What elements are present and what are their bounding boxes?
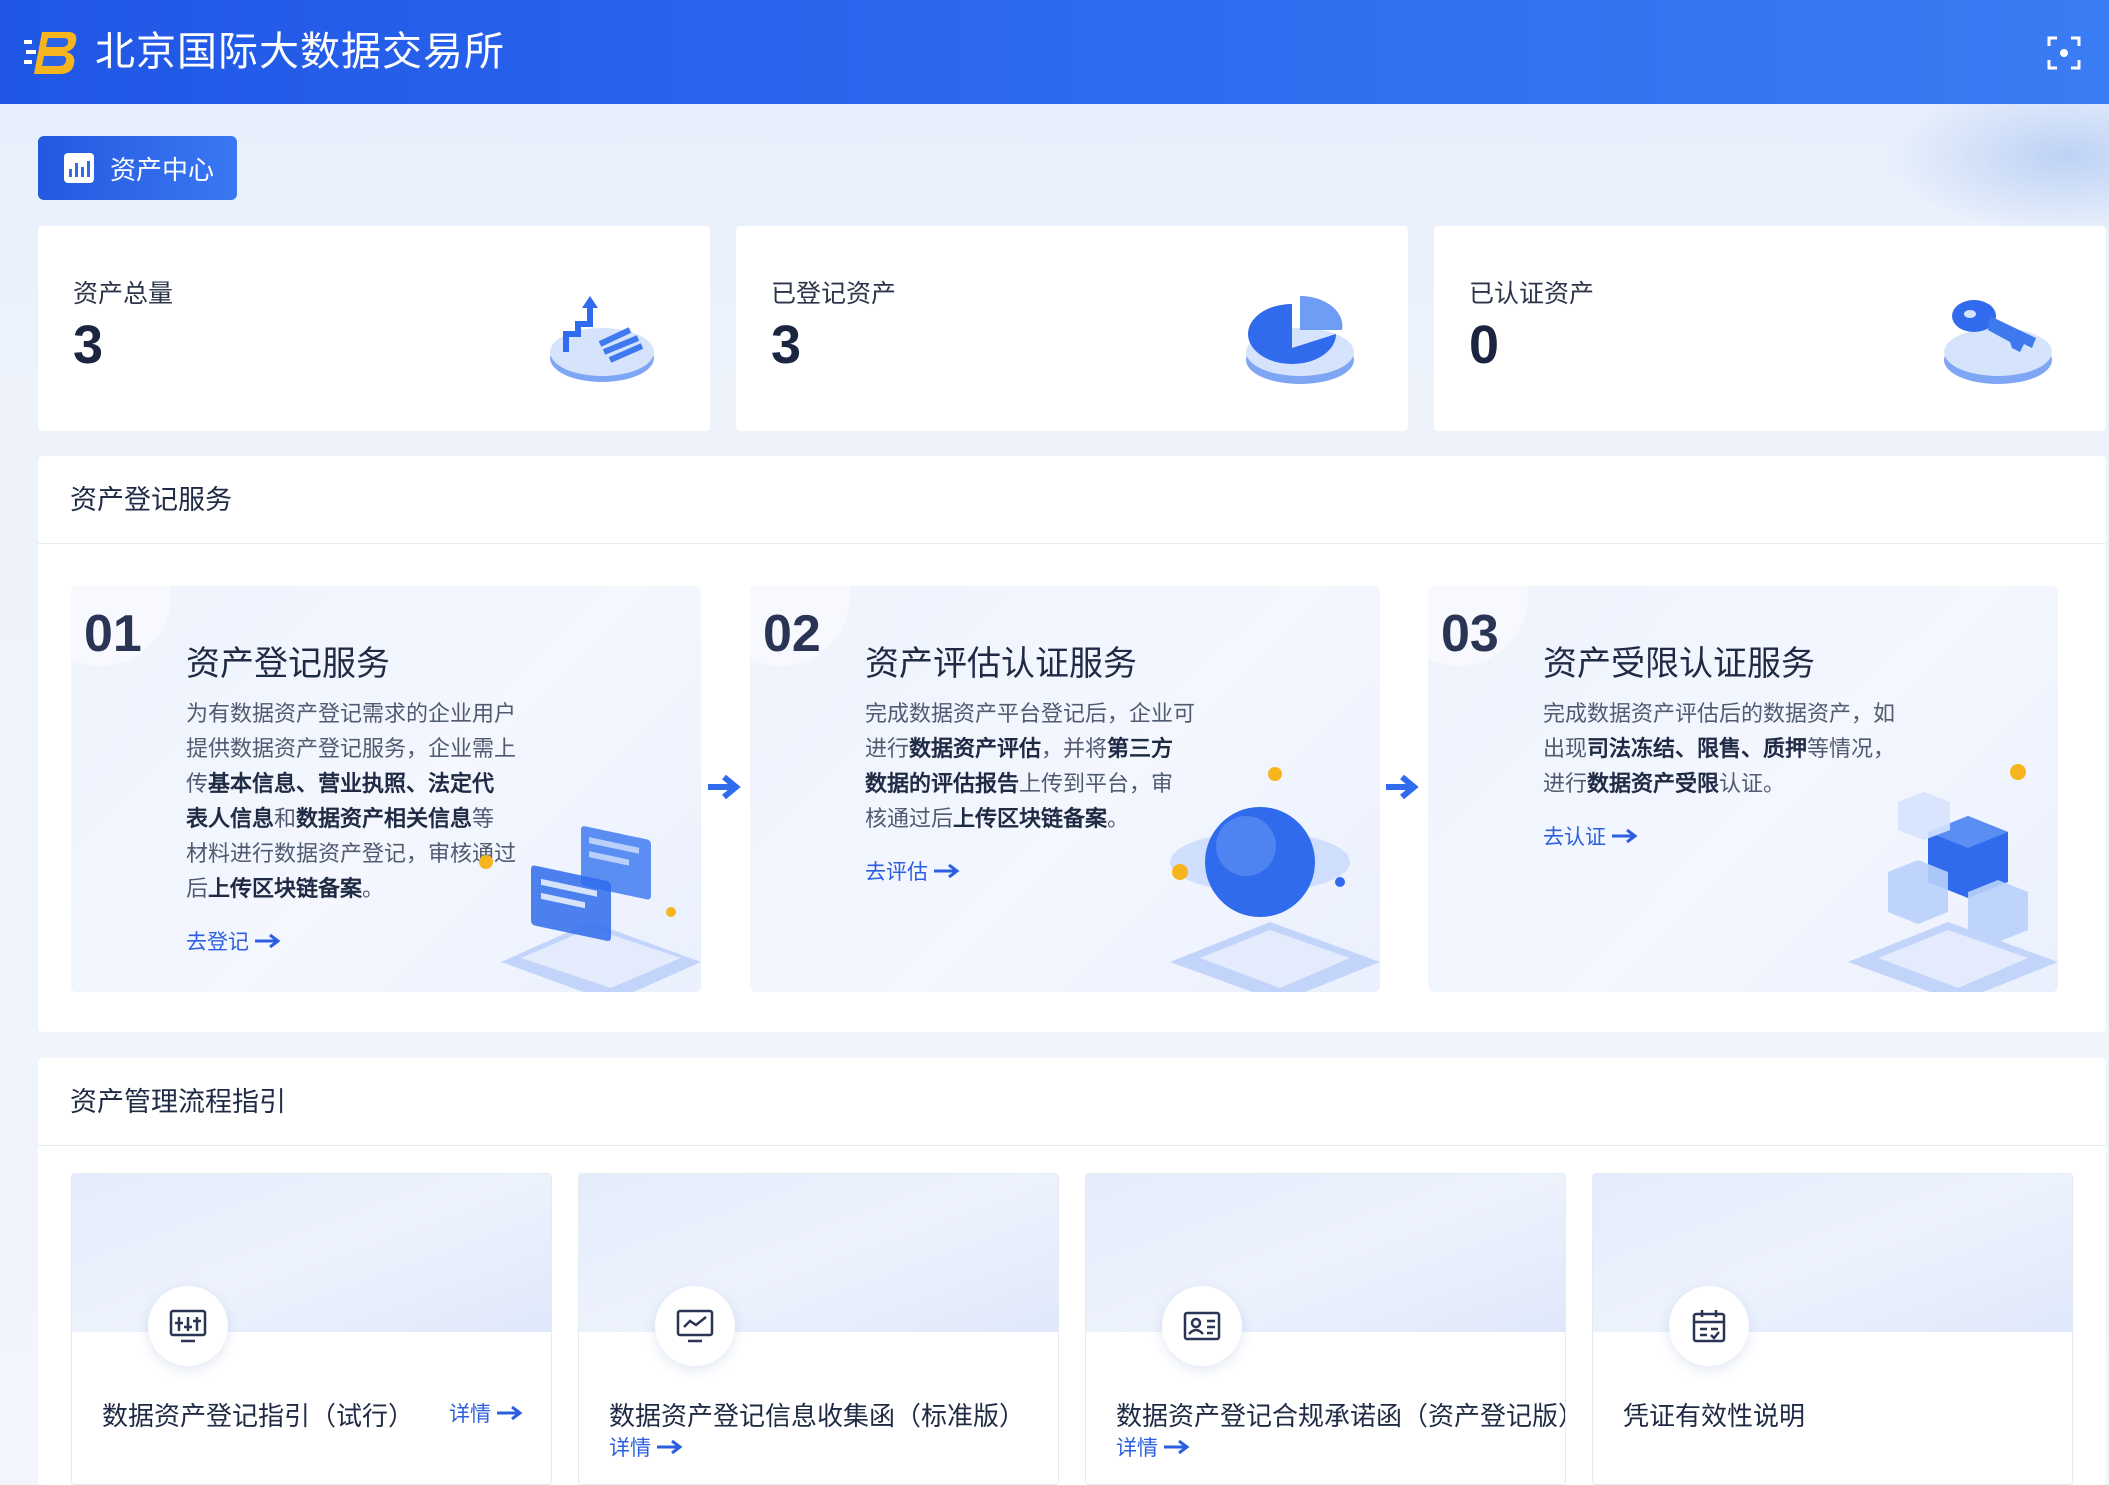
guide-title: 数据资产登记指引（试行） — [102, 1401, 415, 1431]
key-icon — [1944, 300, 2052, 384]
guide-card[interactable]: 数据资产登记指引（试行） 详情 — [71, 1173, 552, 1485]
pie-chart-icon — [1246, 295, 1354, 384]
flow-arrow-icon — [708, 774, 741, 800]
bar-chart-icon — [64, 153, 94, 183]
service-title: 资产评估认证服务 — [865, 645, 1137, 683]
stat-label: 已登记资产 — [771, 280, 897, 308]
stat-value: 3 — [771, 315, 802, 375]
stairs-up-icon — [550, 296, 654, 382]
panel-title: 资产管理流程指引 — [38, 1058, 2106, 1146]
arrow-right-icon — [497, 1406, 523, 1420]
guide-card[interactable]: 凭证有效性说明 — [1592, 1173, 2073, 1485]
guide-banner-illustration — [1593, 1174, 2072, 1332]
description-segment: 数据资产受限 — [1587, 771, 1720, 796]
description-segment: 认证。 — [1719, 771, 1786, 796]
guide-title: 数据资产登记信息收集函（标准版） — [609, 1401, 1026, 1431]
service-card-evaluate: 02 资产评估认证服务 完成数据资产平台登记后，企业可进行数据资产评估，并将第三… — [750, 586, 1380, 992]
description-segment: 。 — [362, 876, 385, 901]
guide-card[interactable]: 数据资产登记合规承诺函（资产登记版） 详情 — [1085, 1173, 1566, 1485]
guide-title: 数据资产登记合规承诺函（资产登记版） — [1116, 1401, 1566, 1431]
guide-banner-illustration — [579, 1174, 1058, 1332]
service-card-restriction: 03 资产受限认证服务 完成数据资产评估后的数据资产，如出现司法冻结、限售、质押… — [1428, 586, 2058, 992]
flow-arrow-icon — [1386, 774, 1419, 800]
service-description: 为有数据资产登记需求的企业用户提供数据资产登记服务，企业需上传基本信息、营业执照… — [186, 696, 516, 906]
description-segment: 上传区块链备案 — [208, 876, 363, 901]
service-number: 03 — [1441, 605, 1499, 663]
top-header: 北京国际大数据交易所 — [0, 0, 2109, 104]
go-certify-link[interactable]: 去认证 — [1543, 821, 1638, 851]
stat-card-registered: 已登记资产 3 — [736, 226, 1408, 431]
bjidex-logo-icon — [24, 32, 77, 74]
stat-value: 0 — [1469, 315, 1500, 375]
calendar-icon — [1669, 1286, 1749, 1366]
arrow-right-icon — [934, 864, 960, 878]
details-link[interactable]: 详情 — [1116, 1432, 1190, 1462]
guide-banner-illustration — [1086, 1174, 1565, 1332]
panel-title: 资产登记服务 — [38, 456, 2106, 544]
stat-card-certified: 已认证资产 0 — [1434, 226, 2106, 431]
arrow-right-icon — [657, 1440, 683, 1454]
stat-card-total: 资产总量 3 — [38, 226, 710, 431]
description-segment: 数据资产相关信息 — [296, 806, 473, 831]
documents-illustration — [479, 826, 701, 992]
site-title: 北京国际大数据交易所 — [95, 30, 505, 74]
description-segment: 和 — [274, 806, 297, 831]
description-segment: ，并将 — [1041, 736, 1108, 761]
service-title: 资产登记服务 — [186, 645, 390, 683]
stat-value: 3 — [73, 315, 104, 375]
tab-label: 资产中心 — [110, 154, 215, 185]
id-card-icon — [1162, 1286, 1242, 1366]
fullscreen-icon[interactable] — [2047, 36, 2081, 70]
tab-asset-center[interactable]: 资产中心 — [38, 136, 237, 200]
service-number: 02 — [763, 605, 821, 663]
arrow-right-icon — [1164, 1440, 1190, 1454]
service-card-register: 01 资产登记服务 为有数据资产登记需求的企业用户提供数据资产登记服务，企业需上… — [71, 586, 701, 992]
go-register-link[interactable]: 去登记 — [186, 926, 281, 956]
service-description: 完成数据资产平台登记后，企业可进行数据资产评估，并将第三方数据的评估报告上传到平… — [865, 696, 1195, 836]
go-evaluate-link[interactable]: 去评估 — [865, 856, 960, 886]
cubes-illustration — [1848, 764, 2058, 992]
description-segment: 上传区块链备案 — [953, 806, 1108, 831]
guide-banner-illustration — [72, 1174, 551, 1332]
details-link[interactable]: 详情 — [609, 1432, 683, 1462]
service-number: 01 — [84, 605, 142, 663]
guide-title: 凭证有效性说明 — [1623, 1401, 1806, 1431]
service-title: 资产受限认证服务 — [1543, 645, 1815, 683]
stat-label: 已认证资产 — [1469, 280, 1595, 308]
details-link[interactable]: 详情 — [449, 1398, 523, 1428]
guide-card[interactable]: 数据资产登记信息收集函（标准版） 详情 — [578, 1173, 1059, 1485]
monitor-icon — [655, 1286, 735, 1366]
equalizer-icon — [148, 1286, 228, 1366]
globe-illustration — [1170, 767, 1380, 992]
stat-label: 资产总量 — [73, 280, 174, 308]
description-segment: 。 — [1107, 806, 1130, 831]
arrow-right-icon — [255, 934, 281, 948]
description-segment: 司法冻结、限售、质押 — [1587, 736, 1808, 761]
arrow-right-icon — [1612, 829, 1638, 843]
description-segment: 数据资产评估 — [909, 736, 1042, 761]
